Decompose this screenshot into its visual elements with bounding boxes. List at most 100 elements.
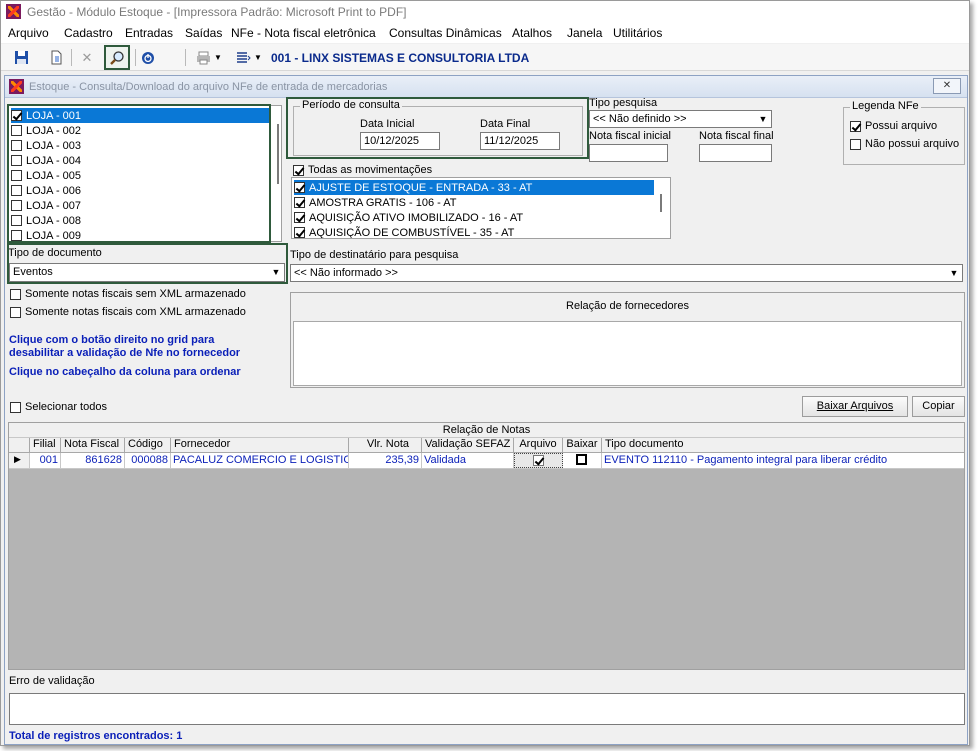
total-records: Total de registros encontrados: 1 — [9, 730, 183, 742]
table-row[interactable]: ▶ 001 861628 000088 PACALUZ COMERCIO E L… — [9, 453, 964, 469]
save-icon[interactable] — [10, 47, 32, 68]
menu-janela[interactable]: Janela — [567, 26, 602, 40]
movement-checkbox[interactable] — [294, 197, 305, 208]
download-files-button[interactable]: Baixar Arquivos — [802, 396, 908, 417]
without-xml-check[interactable] — [10, 288, 21, 300]
all-movements-checkbox[interactable]: Todas as movimentações — [293, 164, 432, 176]
company-name: 001 - LINX SISTEMAS E CONSULTORIA LTDA — [271, 51, 530, 65]
cell-arquivo[interactable] — [514, 453, 563, 468]
store-list-scrollbar[interactable] — [277, 124, 279, 184]
movement-checkbox[interactable] — [294, 227, 305, 238]
movement-checkbox[interactable] — [294, 212, 305, 223]
note-disable-validation: desabilitar a validação de Nfe no fornec… — [9, 347, 241, 359]
form-window: Estoque - Consulta/Download do arquivo N… — [4, 75, 968, 745]
search-type-label: Tipo pesquisa — [589, 97, 658, 109]
cell-fornecedor[interactable]: PACALUZ COMERCIO E LOGISTIC. — [171, 453, 349, 468]
printer-icon[interactable] — [192, 47, 214, 68]
legend-no-file: Não possui arquivo — [850, 138, 959, 150]
search-icon[interactable] — [104, 45, 130, 70]
menu-cadastro[interactable]: Cadastro — [64, 26, 113, 40]
form-close-button[interactable]: ✕ — [933, 78, 961, 94]
invoices-title: Relação de Notas — [9, 423, 964, 438]
search-type-select[interactable]: << Não definido >> ▼ — [589, 110, 772, 128]
cell-codigo[interactable]: 000088 — [125, 453, 171, 468]
menu-entradas[interactable]: Entradas — [125, 26, 173, 40]
toolbar: ✕ ▼ ▼ 001 - LINX SISTEMAS E CONSULTORIA … — [1, 44, 969, 71]
form-title: Estoque - Consulta/Download do arquivo N… — [29, 81, 388, 93]
form-logo-icon — [9, 79, 24, 94]
note-sort-column: Clique no cabeçalho da coluna para orden… — [9, 366, 241, 378]
col-tipo-documento[interactable]: Tipo documento — [602, 438, 964, 453]
recipient-type-label: Tipo de destinatário para pesquisa — [290, 249, 459, 261]
movements-scrollbar[interactable] — [660, 194, 662, 212]
suppliers-panel: Relação de fornecedores — [290, 292, 965, 388]
menu-bar: Arquivo Cadastro Entradas Saídas NFe - N… — [1, 23, 969, 43]
period-highlight — [286, 97, 589, 159]
validation-error-field[interactable] — [9, 693, 965, 725]
col-valor-nota[interactable]: Vlr. Nota — [349, 438, 422, 453]
invoice-start-input[interactable] — [589, 144, 668, 162]
cell-valor-nota[interactable]: 235,39 — [349, 453, 422, 468]
download-checkbox[interactable] — [576, 454, 587, 465]
col-fornecedor[interactable]: Fornecedor — [171, 438, 349, 453]
col-baixar[interactable]: Baixar — [563, 438, 602, 453]
chevron-down-icon[interactable]: ▼ — [947, 266, 961, 280]
validation-error-label: Erro de validação — [9, 675, 95, 687]
select-all-check[interactable] — [10, 401, 21, 413]
printer-dropdown-icon[interactable]: ▼ — [212, 47, 224, 68]
menu-consultas-dinamicas[interactable]: Consultas Dinâmicas — [389, 26, 502, 40]
menu-atalhos[interactable]: Atalhos — [512, 26, 552, 40]
legend-title: Legenda NFe — [850, 100, 921, 112]
without-xml-checkbox[interactable]: Somente notas fiscais sem XML armazenado — [10, 288, 246, 300]
all-movements-check[interactable] — [293, 164, 304, 176]
checked-box-icon — [850, 120, 861, 132]
chevron-down-icon[interactable]: ▼ — [756, 112, 770, 126]
cell-filial[interactable]: 001 — [30, 453, 61, 468]
list-dropdown-icon[interactable]: ▼ — [252, 47, 264, 68]
col-filial[interactable]: Filial — [30, 438, 61, 453]
recipient-type-select[interactable]: << Não informado >> ▼ — [290, 264, 963, 282]
file-checkbox[interactable] — [533, 455, 544, 466]
col-codigo[interactable]: Código — [125, 438, 171, 453]
invoice-end-label: Nota fiscal final — [699, 130, 774, 142]
menu-saidas[interactable]: Saídas — [185, 26, 222, 40]
col-validacao-sefaz[interactable]: Validação SEFAZ — [422, 438, 514, 453]
power-icon[interactable] — [137, 47, 159, 68]
movement-item[interactable]: AQUISIÇÃO ATIVO IMOBILIZADO - 16 - AT — [294, 210, 523, 225]
movement-checkbox[interactable] — [294, 182, 305, 193]
movement-item[interactable]: AQUISIÇÃO DE COMBUSTÍVEL - 35 - AT — [294, 225, 514, 238]
movement-item[interactable]: AMOSTRA GRATIS - 106 - AT — [294, 195, 457, 210]
note-right-click: Clique com o botão direito no grid para — [9, 334, 215, 346]
invoice-end-input[interactable] — [699, 144, 772, 162]
menu-arquivo[interactable]: Arquivo — [8, 26, 49, 40]
legend-has-file: Possui arquivo — [850, 120, 937, 132]
close-icon[interactable]: ✕ — [76, 47, 98, 68]
col-arquivo[interactable]: Arquivo — [514, 438, 563, 453]
movement-item[interactable]: AJUSTE DE ESTOQUE - ENTRADA - 33 - AT — [294, 180, 654, 195]
store-list-highlight — [7, 104, 271, 243]
suppliers-grid[interactable] — [293, 321, 962, 386]
main-window: Gestão - Módulo Estoque - [Impressora Pa… — [0, 0, 970, 746]
invoices-panel: Relação de Notas Filial Nota Fiscal Códi… — [8, 422, 965, 670]
with-xml-checkbox[interactable]: Somente notas fiscais com XML armazenado — [10, 306, 246, 318]
menu-nfe[interactable]: NFe - Nota fiscal eletrônica — [231, 26, 376, 40]
menu-utilitarios[interactable]: Utilitários — [613, 26, 662, 40]
new-document-icon[interactable] — [45, 47, 67, 68]
col-nota-fiscal[interactable]: Nota Fiscal — [61, 438, 125, 453]
app-logo-icon — [6, 4, 21, 19]
cell-validacao[interactable]: Validada — [422, 453, 514, 468]
with-xml-check[interactable] — [10, 306, 21, 318]
suppliers-title: Relação de fornecedores — [566, 300, 689, 312]
doc-type-highlight — [7, 243, 288, 284]
copy-button[interactable]: Copiar — [912, 396, 965, 417]
invoices-header: Filial Nota Fiscal Código Fornecedor Vlr… — [9, 438, 964, 453]
list-icon[interactable] — [232, 47, 254, 68]
empty-box-icon — [850, 138, 861, 150]
row-pointer-icon: ▶ — [9, 453, 30, 468]
cell-tipo-documento[interactable]: EVENTO 112110 - Pagamento integral para … — [602, 453, 964, 468]
select-all-checkbox[interactable]: Selecionar todos — [10, 401, 107, 413]
movements-list[interactable]: AJUSTE DE ESTOQUE - ENTRADA - 33 - AT AM… — [291, 177, 671, 239]
cell-baixar[interactable] — [563, 453, 602, 468]
legend-group: Legenda NFe Possui arquivo Não possui ar… — [843, 100, 965, 165]
cell-nota-fiscal[interactable]: 861628 — [61, 453, 125, 468]
